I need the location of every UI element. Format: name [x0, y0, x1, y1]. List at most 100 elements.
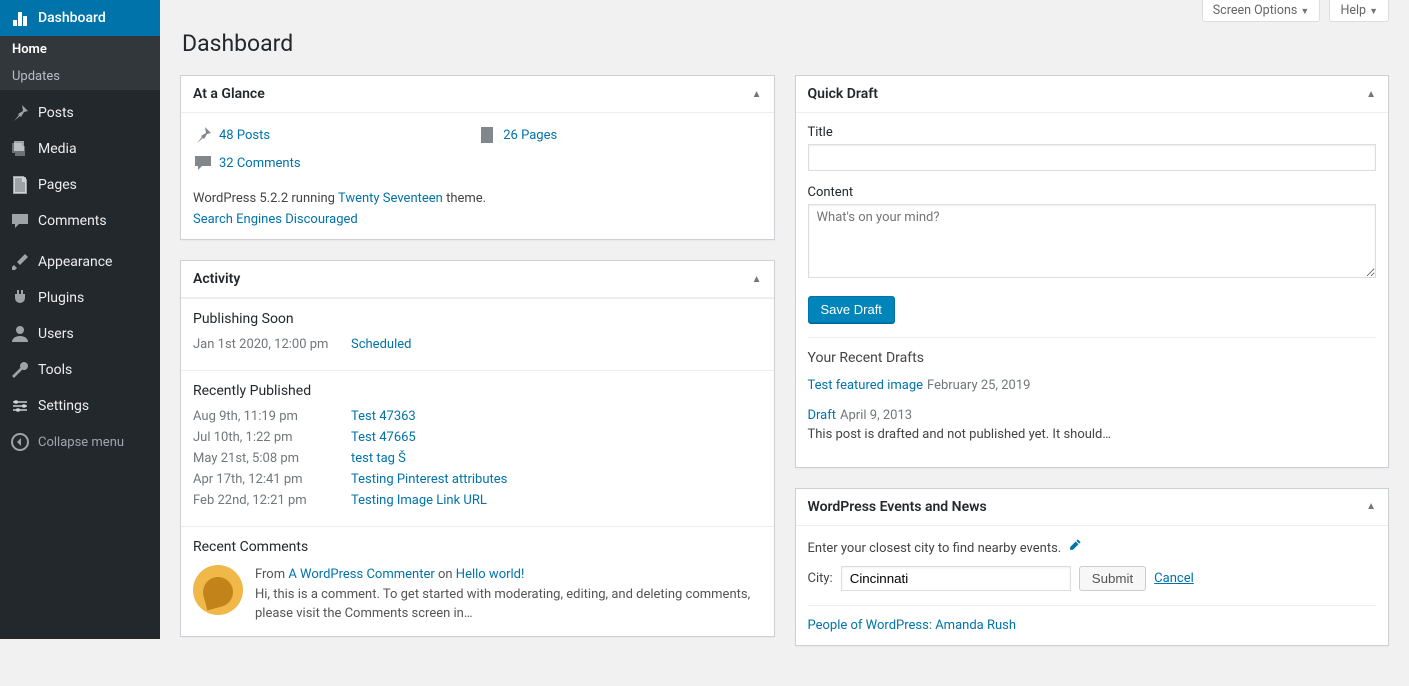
pages-link[interactable]: 26 Pages	[503, 128, 557, 143]
events-news-box: WordPress Events and News ▲ Enter your c…	[795, 488, 1390, 646]
activity-date: Jan 1st 2020, 12:00 pm	[193, 337, 351, 352]
draft-content-textarea[interactable]	[808, 204, 1377, 278]
draft-title-label: Title	[808, 125, 1377, 140]
menu-label: Appearance	[38, 254, 112, 270]
cancel-link[interactable]: Cancel	[1154, 571, 1194, 586]
screen-meta-tabs: Screen Options▼ Help▼	[180, 0, 1389, 22]
at-a-glance-header[interactable]: At a Glance ▲	[181, 76, 774, 113]
help-tab[interactable]: Help▼	[1329, 0, 1389, 22]
menu-plugins[interactable]: Plugins	[0, 280, 160, 316]
comment-icon	[10, 211, 30, 231]
menu-tools[interactable]: Tools	[0, 352, 160, 388]
pencil-icon[interactable]	[1068, 538, 1082, 556]
activity-row: May 21st, 5:08 pmtest tag Š	[193, 451, 762, 466]
menu-media[interactable]: Media	[0, 131, 160, 167]
box-title: Activity	[193, 271, 240, 287]
pin-icon	[193, 125, 213, 145]
scheduled-row: Jan 1st 2020, 12:00 pm Scheduled	[193, 337, 762, 352]
quick-draft-header[interactable]: Quick Draft ▲	[796, 76, 1389, 113]
chevron-up-icon[interactable]: ▲	[752, 274, 762, 285]
menu-settings[interactable]: Settings	[0, 388, 160, 424]
activity-post-link[interactable]: Testing Image Link URL	[351, 493, 487, 508]
activity-date: May 21st, 5:08 pm	[193, 451, 351, 466]
recently-published-heading: Recently Published	[193, 383, 762, 399]
draft-date: February 25, 2019	[927, 378, 1030, 393]
menu-appearance[interactable]: Appearance	[0, 244, 160, 280]
city-input[interactable]	[841, 566, 1071, 591]
menu-posts[interactable]: Posts	[0, 95, 160, 131]
menu-label: Posts	[38, 105, 74, 121]
activity-row: Aug 9th, 11:19 pmTest 47363	[193, 409, 762, 424]
main-content: Screen Options▼ Help▼ Dashboard At a Gla…	[160, 0, 1409, 686]
collapse-icon	[10, 432, 30, 452]
left-column: At a Glance ▲ 48 Posts 26 Pages	[180, 75, 775, 657]
posts-link[interactable]: 48 Posts	[219, 128, 270, 143]
activity-header[interactable]: Activity ▲	[181, 261, 774, 298]
menu-comments[interactable]: Comments	[0, 203, 160, 239]
draft-link[interactable]: Test featured image	[808, 378, 924, 393]
activity-post-link[interactable]: Testing Pinterest attributes	[351, 472, 507, 487]
draft-link[interactable]: Draft	[808, 408, 837, 423]
quick-draft-box: Quick Draft ▲ Title Content Save Draft Y…	[795, 75, 1390, 468]
comment-row: From A WordPress Commenter on Hello worl…	[193, 565, 762, 624]
draft-excerpt: This post is drafted and not published y…	[808, 425, 1377, 445]
activity-box: Activity ▲ Publishing Soon Jan 1st 2020,…	[180, 260, 775, 637]
activity-post-link[interactable]: Scheduled	[351, 337, 411, 352]
chevron-up-icon[interactable]: ▲	[1366, 89, 1376, 100]
menu-label: Pages	[38, 177, 77, 193]
chevron-down-icon: ▼	[1300, 7, 1309, 17]
box-title: Quick Draft	[808, 86, 878, 102]
page-title: Dashboard	[182, 30, 1389, 57]
submenu-updates[interactable]: Updates	[0, 63, 160, 90]
comment-icon	[193, 153, 213, 173]
activity-post-link[interactable]: test tag Š	[351, 451, 406, 466]
activity-date: Apr 17th, 12:41 pm	[193, 472, 351, 487]
submenu-home[interactable]: Home	[0, 36, 160, 63]
activity-row: Feb 22nd, 12:21 pmTesting Image Link URL	[193, 493, 762, 508]
save-draft-button[interactable]: Save Draft	[808, 296, 895, 323]
submit-button[interactable]: Submit	[1079, 566, 1146, 591]
box-title: WordPress Events and News	[808, 499, 987, 515]
right-column: Quick Draft ▲ Title Content Save Draft Y…	[795, 75, 1390, 666]
menu-label: Plugins	[38, 290, 84, 306]
search-engines-link[interactable]: Search Engines Discouraged	[193, 212, 358, 227]
collapse-menu-button[interactable]: Collapse menu	[0, 424, 160, 460]
recent-drafts-heading: Your Recent Drafts	[808, 350, 1377, 366]
chevron-up-icon[interactable]: ▲	[752, 89, 762, 100]
glance-comments: 32 Comments	[193, 153, 477, 173]
menu-label: Settings	[38, 398, 89, 414]
glance-posts: 48 Posts	[193, 125, 477, 145]
page-icon	[10, 175, 30, 195]
comment-excerpt: Hi, this is a comment. To get started wi…	[255, 585, 762, 624]
dashboard-icon	[10, 8, 30, 28]
brush-icon	[10, 252, 30, 272]
activity-post-link[interactable]: Test 47665	[351, 430, 416, 445]
settings-icon	[10, 396, 30, 416]
activity-post-link[interactable]: Test 47363	[351, 409, 416, 424]
drafts-list: Test featured imageFebruary 25, 2019 Draf…	[808, 376, 1377, 445]
pin-icon	[10, 103, 30, 123]
screen-options-tab[interactable]: Screen Options▼	[1202, 0, 1321, 22]
draft-item: DraftApril 9, 2013This post is drafted a…	[808, 406, 1377, 445]
publishing-soon-heading: Publishing Soon	[193, 311, 762, 327]
draft-title-input[interactable]	[808, 144, 1377, 171]
menu-pages[interactable]: Pages	[0, 167, 160, 203]
recent-list: Aug 9th, 11:19 pmTest 47363 Jul 10th, 1:2…	[193, 409, 762, 508]
comment-meta: From A WordPress Commenter on Hello worl…	[255, 565, 762, 585]
theme-link[interactable]: Twenty Seventeen	[338, 191, 443, 206]
city-label: City:	[808, 571, 833, 586]
menu-users[interactable]: Users	[0, 316, 160, 352]
chevron-up-icon[interactable]: ▲	[1366, 501, 1376, 512]
events-news-header[interactable]: WordPress Events and News ▲	[796, 489, 1389, 526]
news-link[interactable]: People of WordPress: Amanda Rush	[808, 618, 1017, 633]
menu-dashboard[interactable]: Dashboard	[0, 0, 160, 36]
menu-label: Media	[38, 141, 77, 157]
menu-label: Tools	[38, 362, 72, 378]
activity-row: Jul 10th, 1:22 pmTest 47665	[193, 430, 762, 445]
comments-link[interactable]: 32 Comments	[219, 156, 301, 171]
comment-post-link[interactable]: Hello world!	[456, 567, 525, 582]
wp-version-text: WordPress 5.2.2 running Twenty Seventeen…	[193, 191, 762, 206]
glance-pages: 26 Pages	[477, 125, 761, 145]
comment-author-link[interactable]: A WordPress Commenter	[288, 567, 434, 582]
page-icon	[477, 125, 497, 145]
